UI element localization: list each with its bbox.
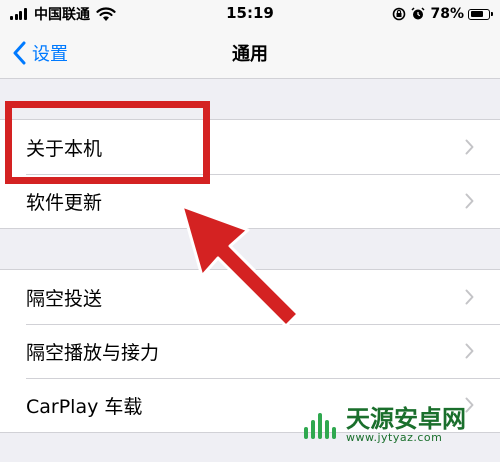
battery-percent: 78%	[430, 6, 464, 22]
row-label: 隔空播放与接力	[26, 341, 160, 364]
status-right: 78%	[392, 4, 493, 24]
row-label: 关于本机	[26, 137, 103, 160]
android-logo-icon	[304, 413, 336, 439]
chevron-right-icon	[465, 343, 474, 359]
watermark-title: 天源安卓网	[346, 404, 466, 433]
row-about[interactable]: 关于本机	[0, 120, 500, 174]
row-airplay-handoff[interactable]: 隔空播放与接力	[0, 324, 500, 378]
chevron-right-icon	[465, 193, 474, 209]
row-label: 隔空投送	[26, 287, 103, 310]
row-airdrop[interactable]: 隔空投送	[0, 270, 500, 324]
battery-icon	[468, 8, 493, 20]
watermark-url: www.jytyaz.com	[346, 430, 443, 444]
row-software-update[interactable]: 软件更新	[0, 174, 500, 228]
settings-group-1: 关于本机 软件更新	[0, 119, 500, 229]
chevron-right-icon	[465, 397, 474, 413]
chevron-right-icon	[465, 289, 474, 305]
status-bar: 中国联通 15:19 78%	[0, 0, 500, 28]
watermark: 天源安卓网 www.jytyaz.com	[300, 405, 466, 445]
watermark-text: 天源安卓网 www.jytyaz.com	[346, 404, 466, 444]
page-title: 通用	[232, 44, 268, 65]
alarm-icon	[411, 7, 426, 20]
chevron-right-icon	[465, 139, 474, 155]
battery-fill	[470, 11, 483, 17]
battery-cap	[491, 12, 493, 16]
row-label: 软件更新	[26, 191, 103, 214]
navigation-bar: 设置 通用	[0, 28, 500, 79]
row-label: CarPlay 车载	[26, 395, 143, 418]
orientation-lock-icon	[393, 7, 406, 21]
